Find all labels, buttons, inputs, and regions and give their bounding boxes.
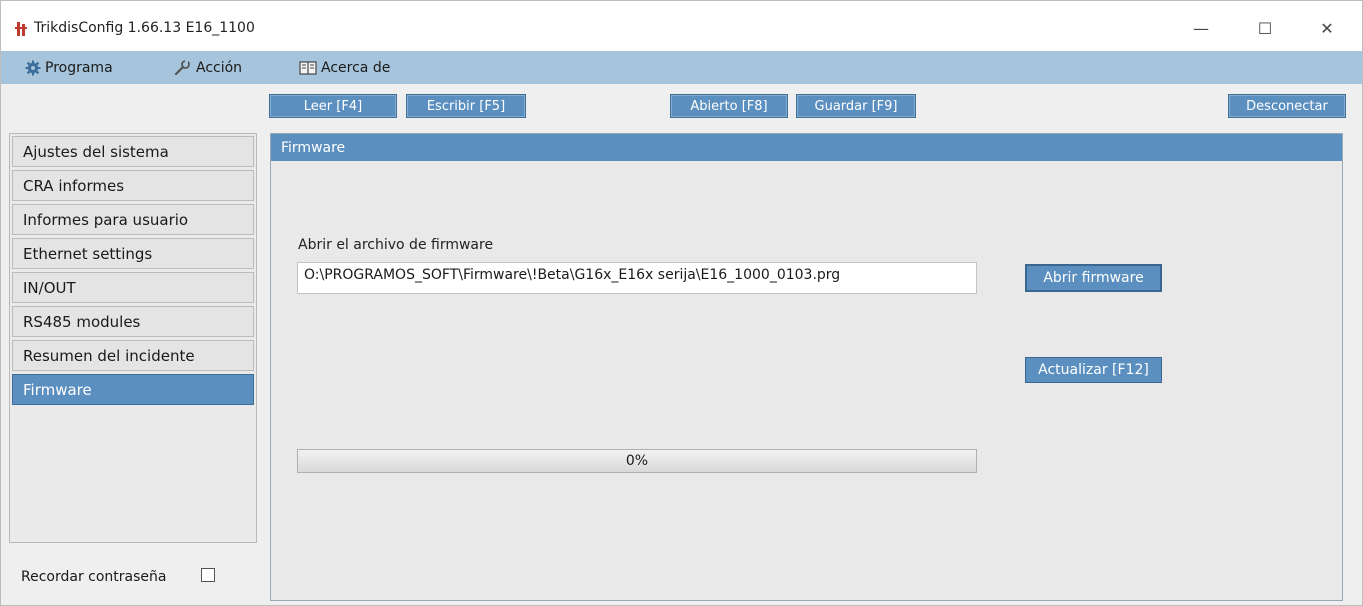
menu-accion[interactable]: Acción — [174, 51, 242, 84]
toolbar: Leer [F4] Escribir [F5] Abierto [F8] Gua… — [1, 84, 1362, 126]
trikdis-logo-icon — [15, 22, 27, 36]
sidebar-item-in-out[interactable]: IN/OUT — [12, 272, 254, 303]
panel-title: Firmware — [271, 134, 1342, 161]
window-title: TrikdisConfig 1.66.13 E16_1100 — [34, 20, 255, 36]
sidebar-item-ethernet[interactable]: Ethernet settings — [12, 238, 254, 269]
title-bar: TrikdisConfig 1.66.13 E16_1100 — ☐ ✕ — [1, 1, 1362, 51]
minimize-button[interactable]: — — [1181, 13, 1221, 43]
nav-list: Ajustes del sistema CRA informes Informe… — [9, 133, 257, 543]
progress-text: 0% — [625, 453, 649, 469]
menu-programa[interactable]: Programa — [25, 51, 113, 84]
remember-password-checkbox[interactable] — [201, 568, 215, 582]
sidebar-item-ajustes[interactable]: Ajustes del sistema — [12, 136, 254, 167]
save-button[interactable]: Guardar [F9] — [796, 94, 916, 118]
write-button[interactable]: Escribir [F5] — [406, 94, 526, 118]
wrench-icon — [174, 59, 190, 75]
maximize-button[interactable]: ☐ — [1245, 13, 1285, 43]
sidebar-item-cra-informes[interactable]: CRA informes — [12, 170, 254, 201]
close-button[interactable]: ✕ — [1307, 13, 1347, 43]
firmware-path-field[interactable]: O:\PROGRAMOS_SOFT\Firmware\!Beta\G16x_E1… — [297, 262, 977, 294]
menu-acerca-label: Acerca de — [321, 59, 391, 76]
disconnect-button[interactable]: Desconectar — [1228, 94, 1346, 118]
app-window: TrikdisConfig 1.66.13 E16_1100 — ☐ ✕ Pro… — [0, 0, 1363, 606]
remember-password-label: Recordar contraseña — [21, 569, 167, 585]
read-button[interactable]: Leer [F4] — [269, 94, 397, 118]
open-firmware-button[interactable]: Abrir firmware — [1025, 264, 1162, 292]
open-button[interactable]: Abierto [F8] — [670, 94, 788, 118]
sidebar: Ajustes del sistema CRA informes Informe… — [1, 126, 267, 605]
firmware-file-label: Abrir el archivo de firmware — [298, 237, 494, 253]
menu-acerca[interactable]: Acerca de — [299, 51, 390, 84]
sidebar-item-informes-usuario[interactable]: Informes para usuario — [12, 204, 254, 235]
book-icon — [299, 60, 317, 75]
gear-icon — [25, 60, 41, 75]
sidebar-item-resumen[interactable]: Resumen del incidente — [12, 340, 254, 371]
menu-bar: Programa Acción Acerca de — [1, 51, 1362, 84]
update-button[interactable]: Actualizar [F12] — [1025, 357, 1162, 383]
menu-programa-label: Programa — [45, 59, 113, 76]
sidebar-item-firmware[interactable]: Firmware — [12, 374, 254, 405]
menu-accion-label: Acción — [196, 59, 243, 76]
sidebar-item-rs485[interactable]: RS485 modules — [12, 306, 254, 337]
progress-bar: 0% — [297, 449, 977, 473]
main-area: Firmware Abrir el archivo de firmware O:… — [267, 126, 1362, 605]
firmware-panel: Firmware Abrir el archivo de firmware O:… — [270, 133, 1343, 601]
